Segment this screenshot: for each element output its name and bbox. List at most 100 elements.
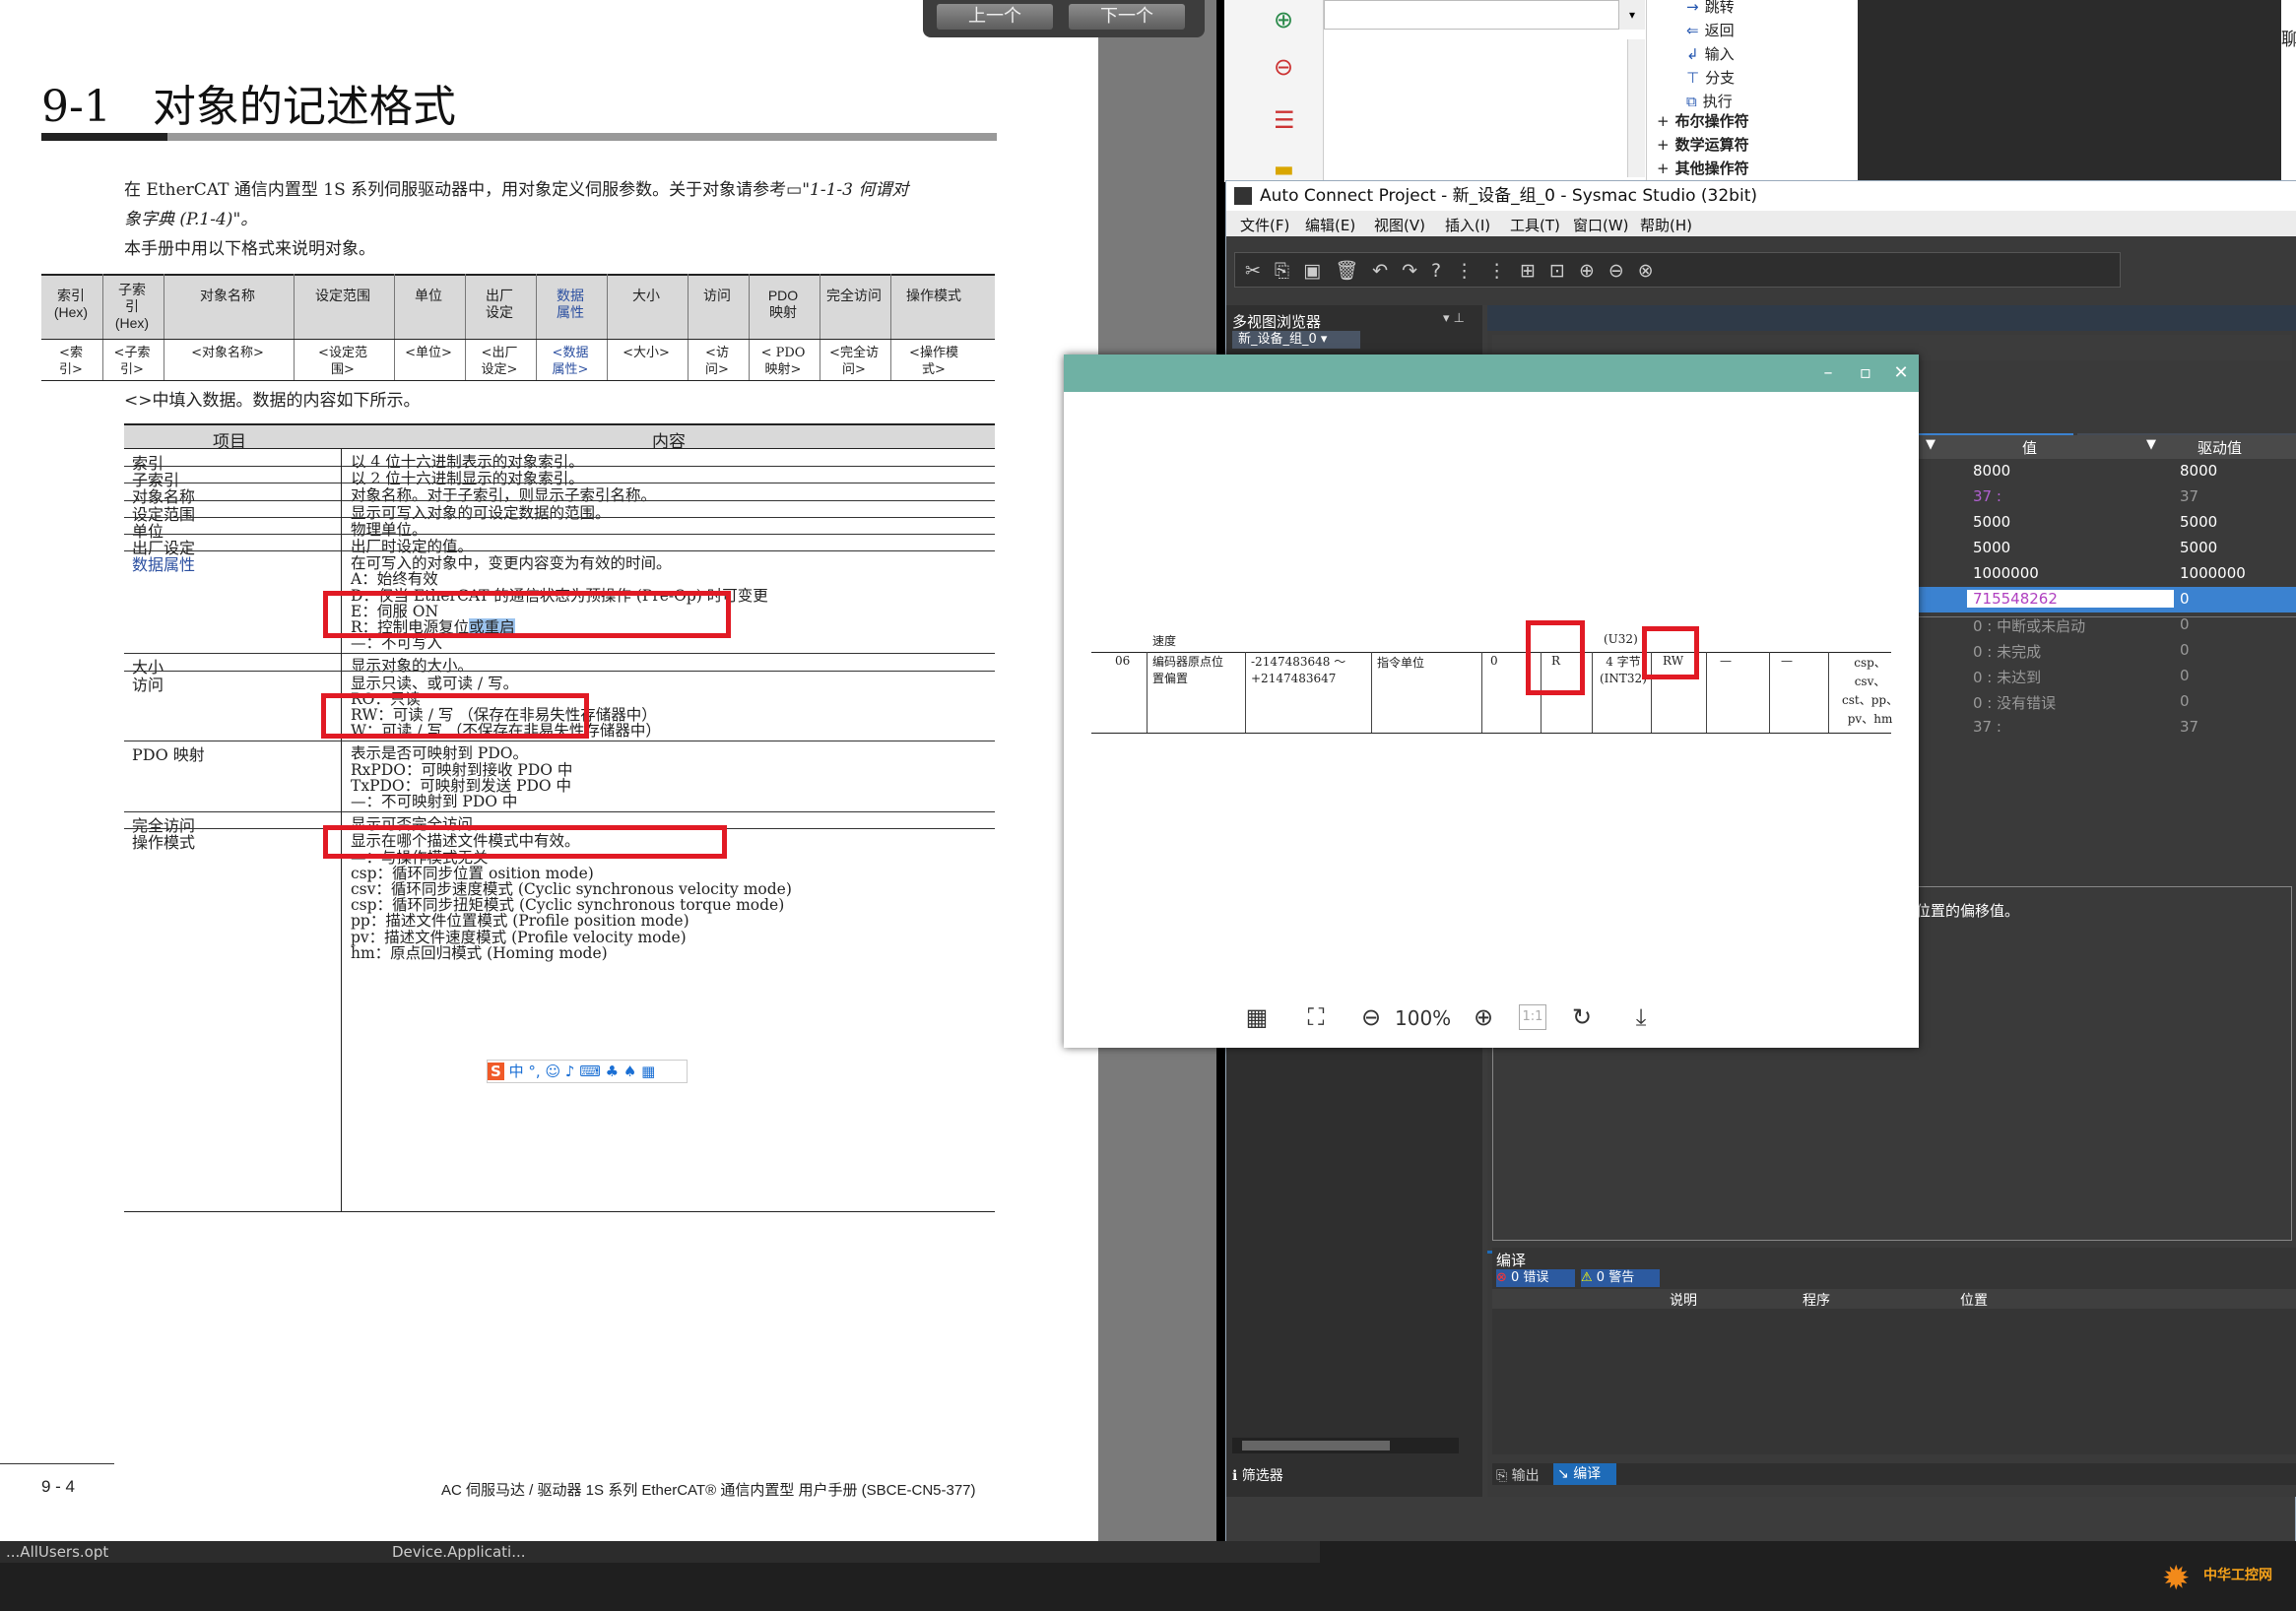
- gear-icon: ✹: [2162, 1559, 2191, 1598]
- footer-page-number: 9 - 4: [41, 1477, 76, 1496]
- grid-row[interactable]: 0 : 没有错误 0: [1916, 689, 2296, 715]
- format-header-cell: 出厂 设定: [486, 288, 513, 320]
- sogou-icon[interactable]: S: [488, 1063, 504, 1080]
- ime-shirt-icon[interactable]: ♠: [623, 1063, 636, 1080]
- editor-pane[interactable]: ▾: [1323, 0, 1646, 182]
- filter-label[interactable]: ℹ 筛选器: [1232, 1465, 1283, 1485]
- menu-item[interactable]: 编辑(E): [1305, 215, 1355, 235]
- grid-row[interactable]: 715548262 0: [1916, 587, 2296, 612]
- fill-note: <>中填入数据。数据的内容如下所示。: [124, 391, 421, 411]
- grid-row[interactable]: 0 : 未完成 0: [1916, 638, 2296, 664]
- tree-group[interactable]: + 其他操作符: [1657, 158, 1749, 178]
- format-value-cell: <完全访 问>: [829, 346, 879, 377]
- menu-item[interactable]: 文件(F): [1240, 215, 1289, 235]
- expand-icon[interactable]: +: [1657, 112, 1670, 130]
- watermark-logo: ✹ 中华工控网: [2162, 1555, 2290, 1600]
- tree-item[interactable]: → 跳转: [1686, 0, 1735, 17]
- pin-icon[interactable]: ▾ ⊥: [1443, 311, 1465, 326]
- ime-grid-icon[interactable]: ▦: [641, 1063, 655, 1080]
- tree-item[interactable]: ⧉ 执行: [1686, 91, 1733, 111]
- tab-output[interactable]: ⎘ 输出: [1496, 1465, 1540, 1485]
- menu-item[interactable]: 帮助(H): [1640, 215, 1692, 235]
- grid-row[interactable]: 1000000 1000000: [1916, 561, 2296, 587]
- image-viewer-window: – ▫ ✕ 速度 (U32) 06 编码器原点位 置偏置 -2147483648…: [1064, 354, 1919, 1048]
- ime-mic-icon[interactable]: ♪: [565, 1063, 575, 1080]
- thumbnails-icon[interactable]: ▦: [1241, 1002, 1273, 1032]
- grid-row[interactable]: 5000 5000: [1916, 510, 2296, 536]
- ime-punct-icon[interactable]: °,: [528, 1063, 540, 1080]
- tree-item[interactable]: ⇐ 返回: [1686, 20, 1735, 40]
- grid-value[interactable]: 0 : 未达到: [1973, 667, 2041, 687]
- actual-size-button[interactable]: 1:1: [1519, 1004, 1546, 1030]
- ime-toolbar[interactable]: S 中 °, ☺ ♪ ⌨ ♣ ♠ ▦: [487, 1060, 688, 1083]
- expand-icon[interactable]: +: [1657, 136, 1670, 154]
- ime-emoji-icon[interactable]: ☺: [545, 1063, 560, 1080]
- menu-item[interactable]: 窗口(W): [1573, 215, 1629, 235]
- tab-compile[interactable]: ↘ 编译: [1553, 1463, 1616, 1485]
- status-left-text: ...AllUsers.opt: [6, 1543, 109, 1561]
- remove-doc-icon[interactable]: ⊖: [1274, 53, 1293, 81]
- format-value-cell: <索 引>: [59, 346, 83, 377]
- editor-input[interactable]: [1324, 0, 1619, 30]
- list-icon[interactable]: ☰: [1274, 106, 1295, 134]
- info-icon: ℹ: [1232, 1468, 1242, 1484]
- warning-filter[interactable]: ⚠ 0 警告: [1581, 1269, 1660, 1287]
- grid-value[interactable]: 0 : 没有错误: [1973, 692, 2056, 713]
- ime-skin-icon[interactable]: ♣: [606, 1063, 619, 1080]
- zoom-in-icon[interactable]: ⊕: [1468, 1002, 1499, 1032]
- grid-value[interactable]: 0 : 中断或未启动: [1973, 615, 2085, 636]
- grid-row[interactable]: 37 : 37: [1916, 715, 2296, 741]
- filter-icon[interactable]: ▼: [1926, 437, 1935, 452]
- maximize-button[interactable]: ▫: [1852, 360, 1879, 386]
- grid-value[interactable]: 0 : 未完成: [1973, 641, 2041, 662]
- grid-value[interactable]: 8000: [1973, 462, 2010, 480]
- snippet-col-divider: [1592, 652, 1593, 733]
- format-value-cell: <访 问>: [705, 346, 729, 377]
- grid-value[interactable]: 1000000: [1973, 564, 2039, 582]
- grid-row[interactable]: 5000 5000: [1916, 536, 2296, 561]
- compile-title: 编译: [1496, 1252, 1527, 1269]
- left-scrollbar[interactable]: [1232, 1438, 1459, 1453]
- next-button[interactable]: 下一个: [1069, 4, 1185, 30]
- tree-item-label: 返回: [1704, 22, 1735, 39]
- grid-value[interactable]: 37 :: [1973, 718, 2001, 736]
- tree-group[interactable]: + 布尔操作符: [1657, 110, 1749, 131]
- grid-row[interactable]: 37 : 37: [1916, 484, 2296, 510]
- filter-icon-2[interactable]: ▼: [2146, 437, 2156, 452]
- ime-keyboard-icon[interactable]: ⌨: [579, 1063, 601, 1080]
- menu-item[interactable]: 插入(I): [1445, 215, 1490, 235]
- note-icon[interactable]: ▬: [1274, 158, 1294, 182]
- minimize-button[interactable]: –: [1814, 360, 1842, 386]
- editor-scrollbar[interactable]: [1627, 39, 1645, 177]
- grid-value[interactable]: 5000: [1973, 539, 2010, 556]
- fit-screen-icon[interactable]: ⛶: [1300, 1002, 1332, 1032]
- chevron-down-icon[interactable]: ▾: [1619, 0, 1645, 30]
- download-icon[interactable]: ⤓: [1625, 1002, 1657, 1032]
- error-filter[interactable]: ⊗ 0 错误: [1496, 1269, 1575, 1287]
- tree-group[interactable]: + 数学运算符: [1657, 134, 1749, 155]
- format-value-cell: <大小>: [623, 346, 670, 360]
- book-icon: ▭: [786, 180, 803, 200]
- grid-value[interactable]: 37 :: [1973, 487, 2001, 505]
- expand-icon[interactable]: +: [1657, 160, 1670, 177]
- grid-row[interactable]: 8000 8000: [1916, 459, 2296, 484]
- add-doc-icon[interactable]: ⊕: [1274, 6, 1293, 33]
- menu-item[interactable]: 视图(V): [1374, 215, 1425, 235]
- toolbar-icons[interactable]: ✂⎘▣🗑↶↷?⋮⋮⊞⊡⊕⊖⊗: [1245, 259, 1668, 282]
- grid-value[interactable]: 5000: [1973, 513, 2010, 531]
- device-dropdown[interactable]: 新_设备_组_0 ▾: [1232, 331, 1360, 349]
- grid-drive-value: 37: [2180, 718, 2199, 736]
- prev-button[interactable]: 上一个: [937, 4, 1053, 30]
- tree-item[interactable]: ↲ 输入: [1686, 43, 1735, 64]
- tree-item[interactable]: ⊤ 分支: [1686, 67, 1735, 88]
- rotate-icon[interactable]: ↻: [1566, 1002, 1598, 1032]
- zoom-out-icon[interactable]: ⊖: [1355, 1002, 1387, 1032]
- close-button[interactable]: ✕: [1887, 360, 1915, 386]
- grid-row[interactable]: 0 : 未达到 0: [1916, 664, 2296, 689]
- ime-chinese-icon[interactable]: 中: [509, 1063, 524, 1080]
- snippet-col-divider: [1769, 652, 1770, 733]
- menu-item[interactable]: 工具(T): [1510, 215, 1560, 235]
- format-value-cell: <子索 引>: [113, 346, 151, 377]
- grid-value[interactable]: 715548262: [1967, 590, 2174, 608]
- grid-row[interactable]: 0 : 中断或未启动 0: [1916, 612, 2296, 638]
